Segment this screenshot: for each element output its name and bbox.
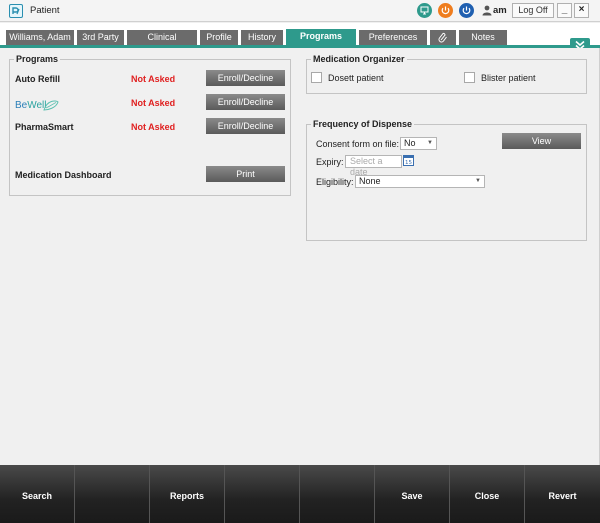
shutdown-icon[interactable] — [459, 3, 474, 18]
consent-label: Consent form on file: — [316, 139, 400, 149]
blister-checkbox[interactable] — [464, 72, 475, 83]
minimize-button[interactable]: _ — [557, 3, 572, 18]
tab-profile[interactable]: Profile — [200, 30, 238, 45]
medication-organizer-title: Medication Organizer — [311, 54, 407, 64]
window-title: Patient — [30, 5, 60, 16]
frequency-title: Frequency of Dispense — [311, 119, 415, 129]
pharmasmart-status: Not Asked — [131, 122, 176, 132]
tab-history[interactable]: History — [241, 30, 283, 45]
dropdown-caret-icon: ▼ — [475, 178, 481, 184]
print-button[interactable]: Print — [206, 166, 285, 182]
main-content: Programs Auto Refill Not Asked Enroll/De… — [0, 48, 600, 465]
svg-text:15: 15 — [405, 160, 412, 166]
program-pharmasmart-label: PharmaSmart — [15, 122, 74, 132]
app-logo-icon — [9, 4, 23, 18]
pharmasmart-enroll-button[interactable]: Enroll/Decline — [206, 118, 285, 134]
medication-organizer-group: Medication Organizer Dosett patient Blis… — [306, 54, 587, 94]
bewell-enroll-button[interactable]: Enroll/Decline — [206, 94, 285, 110]
tab-programs[interactable]: Programs — [286, 29, 356, 45]
medication-dashboard-label: Medication Dashboard — [15, 170, 112, 180]
revert-button[interactable]: Revert — [525, 465, 600, 523]
tab-patient-name[interactable]: Williams, Adam — [6, 30, 74, 45]
empty-slot-3 — [300, 465, 375, 523]
empty-slot-1 — [75, 465, 150, 523]
programs-title: Programs — [14, 54, 61, 64]
dosett-label: Dosett patient — [328, 73, 384, 83]
expiry-date-input[interactable]: Select a date — [345, 155, 402, 177]
monitor-icon[interactable] — [417, 3, 432, 18]
save-button[interactable]: Save — [375, 465, 450, 523]
tab-notes[interactable]: Notes — [459, 30, 507, 45]
programs-group: Programs Auto Refill Not Asked Enroll/De… — [9, 54, 291, 196]
bewell-leaf-icon — [43, 100, 59, 111]
frequency-of-dispense-group: Frequency of Dispense Consent form on fi… — [306, 119, 587, 241]
auto-refill-enroll-button[interactable]: Enroll/Decline — [206, 70, 285, 86]
consent-select[interactable]: No ▼ — [400, 137, 437, 150]
empty-slot-2 — [225, 465, 300, 523]
eligibility-select[interactable]: None ▼ — [355, 175, 485, 188]
current-user: am — [493, 5, 507, 16]
bewell-status: Not Asked — [131, 98, 176, 108]
search-button[interactable]: Search — [0, 465, 75, 523]
tab-attachments[interactable] — [430, 30, 456, 45]
dosett-checkbox[interactable] — [311, 72, 322, 83]
tab-3rd-party[interactable]: 3rd Party — [77, 30, 124, 45]
view-button[interactable]: View — [502, 133, 581, 149]
calendar-icon[interactable]: 15 — [403, 154, 414, 168]
expiry-label: Expiry: — [316, 157, 344, 167]
auto-refill-status: Not Asked — [131, 74, 176, 84]
tab-strip: Williams, Adam 3rd Party Clinical Profil… — [0, 23, 600, 45]
power-icon[interactable] — [438, 3, 453, 18]
tab-clinical[interactable]: Clinical — [127, 30, 197, 45]
close-button[interactable]: Close — [450, 465, 525, 523]
tab-preferences[interactable]: Preferences — [359, 30, 427, 45]
dropdown-caret-icon: ▼ — [427, 140, 433, 146]
user-icon — [482, 5, 492, 18]
reports-button[interactable]: Reports — [150, 465, 225, 523]
title-bar: Patient am Log Off _ × — [0, 0, 600, 22]
paperclip-icon — [438, 32, 447, 43]
blister-label: Blister patient — [481, 73, 536, 83]
logoff-button[interactable]: Log Off — [512, 3, 554, 18]
bewell-logo: BeWell — [15, 100, 59, 111]
eligibility-label: Eligibility: — [316, 177, 354, 187]
program-auto-refill-label: Auto Refill — [15, 74, 60, 84]
bottom-action-bar: Search Reports Save Close Revert — [0, 465, 600, 523]
close-window-button[interactable]: × — [574, 3, 589, 18]
